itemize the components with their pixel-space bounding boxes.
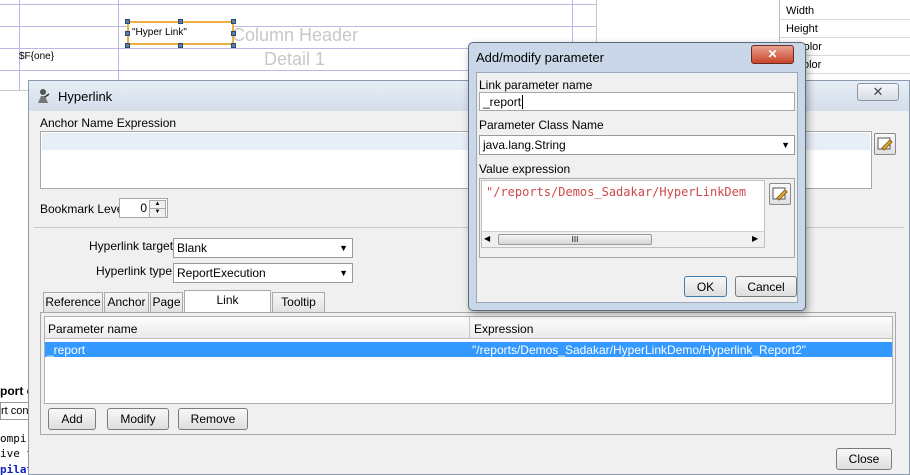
hyperlink-target-select[interactable]: Blank ▼ [173,238,353,258]
field-expression[interactable]: $F{one} [19,51,54,62]
parameter-dialog-body: Link parameter name _report Parameter Cl… [476,72,798,303]
resize-handle[interactable] [178,43,183,48]
close-icon[interactable]: ✕ [751,45,794,64]
bookmark-level-value: 0 [140,201,147,215]
tab-strip: Reference Anchor Page Link parameters To… [43,290,343,325]
parameter-class-name-value: java.lang.String [483,138,566,152]
hyperlink-type-label: Hyperlink type [96,264,173,278]
link-parameter-name-label: Link parameter name [479,78,593,92]
spinner-down-icon[interactable]: ▼ [149,208,166,218]
ok-button[interactable]: OK [684,276,727,297]
scroll-thumb[interactable]: III [498,234,652,245]
detail-band-text: Detail 1 [264,49,326,69]
hyperlink-textfield-text: "Hyper Link" [132,27,187,38]
parameter-dialog-title: Add/modify parameter [476,50,604,65]
tab-page[interactable]: Page [150,292,183,312]
tab-reference[interactable]: Reference [43,292,103,312]
horizontal-scrollbar[interactable]: ◀ III ▶ [482,231,764,247]
tab-link-parameters[interactable]: Link parameters [184,290,271,325]
tab-anchor[interactable]: Anchor [104,292,149,312]
value-expression-text: "/reports/Demos_Sadakar/HyperLinkDem [486,185,747,199]
bookmark-level-label: Bookmark Level [40,202,127,216]
row-parameter-name: _report [47,343,86,357]
column-line [118,0,119,90]
property-width[interactable]: Width [780,3,910,20]
hyperlink-icon [36,88,50,104]
resize-handle[interactable] [231,31,236,36]
hyperlink-textfield[interactable]: "Hyper Link" [127,21,234,45]
scroll-right-icon[interactable]: ▶ [752,234,758,243]
modify-button[interactable]: Modify [107,408,169,430]
column-header-expression[interactable]: Expression [474,322,533,336]
close-icon[interactable]: ✕ [857,83,899,101]
row-expression: "/reports/Demos_Sadakar/HyperLinkDemo/Hy… [472,343,806,357]
hyperlink-target-label: Hyperlink target [89,239,174,253]
add-button[interactable]: Add [48,408,96,430]
chevron-down-icon: ▼ [339,268,348,278]
resize-handle[interactable] [231,43,236,48]
close-button[interactable]: Close [836,448,892,470]
pencil-icon [877,137,893,151]
resize-handle[interactable] [178,19,183,24]
remove-button[interactable]: Remove [178,408,248,430]
property-height[interactable]: Height [780,21,910,38]
resize-handle[interactable] [231,19,236,24]
table-header: Parameter name Expression [45,317,892,339]
parameter-class-name-label: Parameter Class Name [479,118,604,132]
link-parameters-panel: Parameter name Expression _report "/repo… [40,312,896,435]
hyperlink-type-value: ReportExecution [177,266,266,280]
scroll-left-icon[interactable]: ◀ [484,234,490,243]
hyperlink-type-select[interactable]: ReportExecution ▼ [173,263,353,283]
value-expression-container: "/reports/Demos_Sadakar/HyperLinkDem ◀ I… [479,178,795,258]
expression-editor-button[interactable] [874,133,896,155]
scroll-thumb-grip: III [571,235,579,244]
pencil-icon [772,187,788,201]
parameter-class-name-select[interactable]: java.lang.String ▼ [479,135,795,155]
add-modify-parameter-dialog: Add/modify parameter ✕ Link parameter na… [468,42,806,311]
resize-handle[interactable] [125,19,130,24]
expression-editor-button[interactable] [769,183,791,205]
band-line [0,4,596,5]
table-row[interactable]: _report "/reports/Demos_Sadakar/HyperLin… [45,342,892,357]
parameters-table[interactable]: Parameter name Expression _report "/repo… [44,316,893,404]
tab-tooltip[interactable]: Tooltip [272,292,325,312]
chevron-down-icon: ▼ [781,140,790,150]
bookmark-level-spinner[interactable]: 0 ▲ ▼ [119,198,168,218]
hyperlink-target-value: Blank [177,241,208,255]
cancel-button[interactable]: Cancel [735,276,797,297]
value-expression-editor[interactable]: "/reports/Demos_Sadakar/HyperLinkDem ◀ I… [481,180,765,248]
column-header-text: Column Header [232,25,359,45]
value-expression-label: Value expression [479,162,571,176]
link-parameter-name-value: _report [483,95,524,109]
margin-line [19,0,20,90]
column-divider [469,317,470,338]
chevron-down-icon: ▼ [339,243,348,253]
hyperlink-dialog-title: Hyperlink [58,89,113,104]
column-header-parameter-name[interactable]: Parameter name [48,322,137,336]
link-parameter-name-input[interactable]: _report [479,92,795,111]
anchor-name-label: Anchor Name Expression [40,116,177,130]
console-line: ompi [0,432,27,445]
resize-handle[interactable] [125,31,130,36]
resize-handle[interactable] [125,43,130,48]
